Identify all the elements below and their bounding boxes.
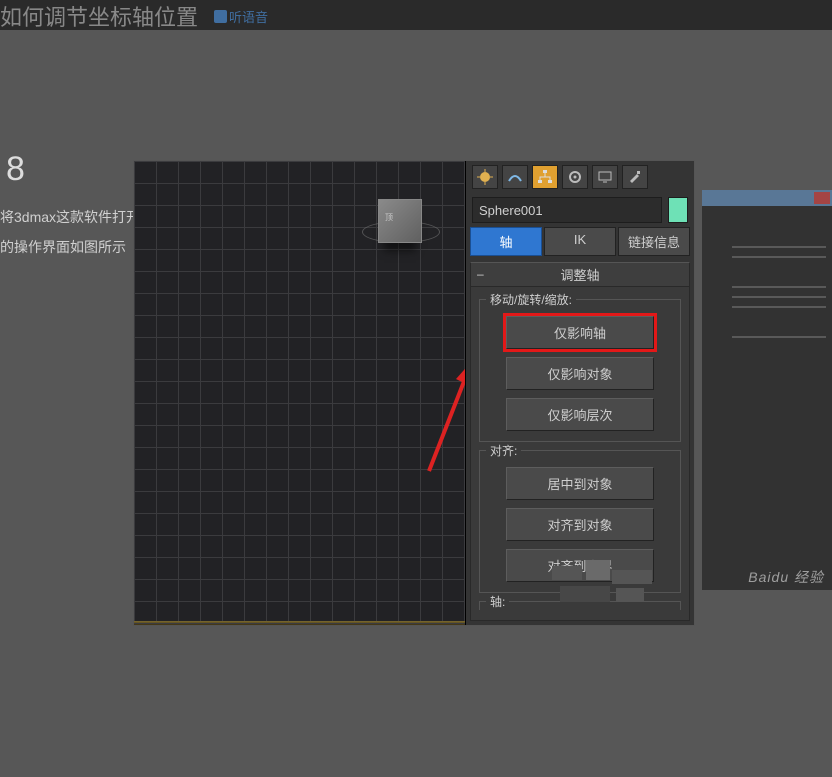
affect-hierarchy-only-button[interactable]: 仅影响层次 [506,398,653,431]
author-icon [214,10,227,23]
tab-pivot[interactable]: 轴 [470,227,542,256]
motion-tab-icon[interactable] [562,165,588,189]
lightbox-overlay[interactable]: 8 将3dmax这款软件打开 的操作界面如图所示 Baidu 经验 顶 [0,30,832,777]
affect-object-only-button[interactable]: 仅影响对象 [506,357,653,390]
modify-tab-icon[interactable] [502,165,528,189]
close-icon [814,192,830,204]
viewport-baseline [134,621,465,625]
article-author[interactable]: 听语音 [214,7,268,26]
viewcube-face-label: 顶 [385,212,394,223]
rollout-collapse-icon: – [477,267,484,281]
object-color-swatch[interactable] [668,197,688,223]
step-number: 8 [6,150,25,189]
step-thumbnail[interactable] [702,190,832,590]
rollout-adjust-pivot-body: 移动/旋转/缩放: 仅影响轴 仅影响对象 仅影响层次 对齐: 居中到对象 对齐到… [470,287,690,621]
tab-ik[interactable]: IK [544,227,616,256]
align-to-object-button[interactable]: 对齐到对象 [506,508,653,541]
viewport[interactable]: 顶 [134,161,466,625]
step-text-line-2: 的操作界面如图所示 [0,236,126,258]
article-title: 如何调节坐标轴位置 [0,0,198,32]
group-move-rotate-scale: 移动/旋转/缩放: 仅影响轴 仅影响对象 仅影响层次 [479,299,681,442]
display-tab-icon[interactable] [592,165,618,189]
rollout-adjust-pivot-header[interactable]: – 调整轴 [470,262,690,287]
hierarchy-tab-icon[interactable] [532,165,558,189]
command-panel: 轴 IK 链接信息 – 调整轴 移动/旋转/缩放: 仅影响轴 仅影响对象 仅影响… [466,161,694,625]
create-tab-icon[interactable] [472,165,498,189]
author-name: 听语音 [229,7,268,26]
pixelated-region [552,560,662,610]
tab-link-info[interactable]: 链接信息 [618,227,690,256]
center-to-object-button[interactable]: 居中到对象 [506,467,653,500]
group-pivot: 轴: [479,601,681,610]
thumb-titlebar [702,190,832,206]
step-text-line-1: 将3dmax这款软件打开 [0,206,140,228]
group-label-move: 移动/旋转/缩放: [486,291,576,308]
screenshot-3dsmax: 顶 轴 I [133,160,695,626]
group-label-align: 对齐: [486,442,521,459]
object-name-input[interactable] [472,197,662,223]
page-header: 如何调节坐标轴位置 听语音 [0,0,832,34]
viewcube[interactable]: 顶 [378,199,422,243]
group-label-pivot: 轴: [486,593,509,610]
watermark: Baidu 经验 [748,567,824,587]
rollout-title: 调整轴 [560,268,599,283]
utilities-tab-icon[interactable] [622,165,648,189]
command-panel-tabs [466,161,694,193]
affect-pivot-only-button[interactable]: 仅影响轴 [506,316,653,349]
